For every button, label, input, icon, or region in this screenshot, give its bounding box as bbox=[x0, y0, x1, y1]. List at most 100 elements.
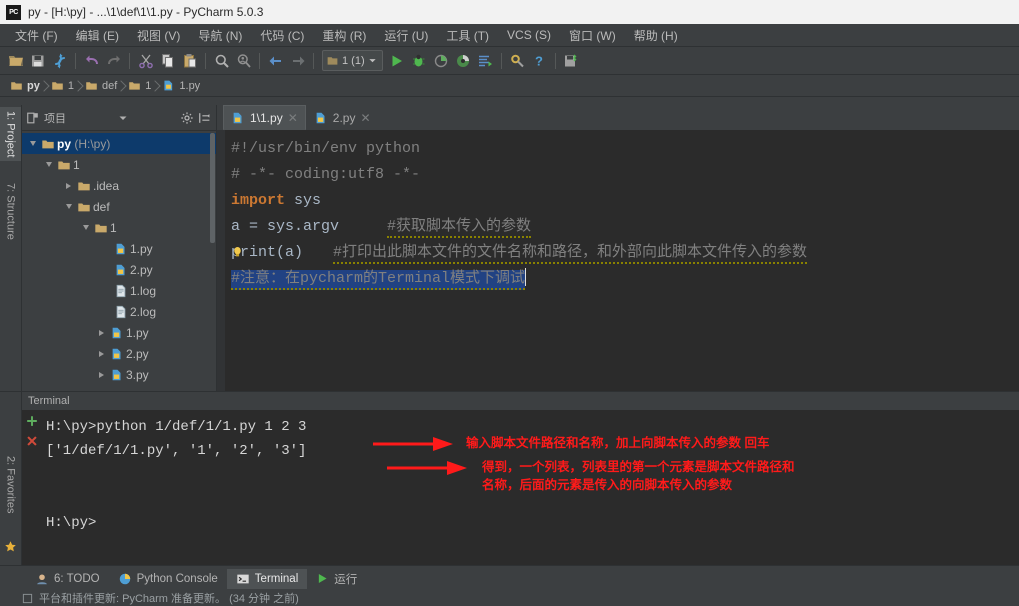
tree-node-3py-outer[interactable]: 3.py bbox=[22, 364, 216, 385]
tree-node-label: 1.log bbox=[130, 283, 157, 298]
new-session-icon[interactable] bbox=[25, 414, 39, 428]
editor-tab-2[interactable]: 2.py ✕ bbox=[305, 105, 379, 130]
menu-run[interactable]: 运行 (U) bbox=[375, 25, 437, 46]
tree-node-def[interactable]: def bbox=[22, 196, 216, 217]
editor-gutter bbox=[217, 130, 225, 391]
toolbar-separator bbox=[500, 52, 502, 69]
debug-icon[interactable] bbox=[409, 50, 430, 71]
menu-tools[interactable]: 工具 (T) bbox=[437, 25, 498, 46]
sync-icon[interactable] bbox=[49, 50, 70, 71]
copy-icon[interactable] bbox=[157, 50, 178, 71]
close-icon[interactable]: ✕ bbox=[360, 111, 370, 125]
menu-help[interactable]: 帮助 (H) bbox=[625, 25, 687, 46]
expand-arrow-icon[interactable] bbox=[95, 329, 108, 336]
menu-window[interactable]: 窗口 (W) bbox=[560, 25, 625, 46]
project-tree[interactable]: py (H:\py) 1 .idea def 1 1.py 2.py 1.log… bbox=[22, 131, 216, 391]
tree-scrollbar[interactable] bbox=[210, 133, 215, 243]
run-configuration-selector[interactable]: 1 (1) bbox=[322, 50, 383, 71]
menu-navigate[interactable]: 导航 (N) bbox=[189, 25, 251, 46]
save-all-icon[interactable] bbox=[27, 50, 48, 71]
menu-refactor[interactable]: 重构 (R) bbox=[313, 25, 375, 46]
menu-code[interactable]: 代码 (C) bbox=[251, 25, 313, 46]
expand-arrow-icon[interactable] bbox=[95, 350, 108, 357]
status-tab-todo[interactable]: 6: TODO bbox=[26, 569, 109, 589]
expand-arrow-icon[interactable] bbox=[95, 371, 108, 378]
tree-node-1[interactable]: 1 bbox=[22, 154, 216, 175]
tree-node-1-inner[interactable]: 1 bbox=[22, 217, 216, 238]
breadcrumb-item-py[interactable]: py bbox=[6, 79, 47, 92]
close-session-icon[interactable] bbox=[25, 434, 39, 448]
tree-node-file-1py[interactable]: 1.py bbox=[22, 238, 216, 259]
python-file-icon bbox=[112, 263, 129, 277]
paste-icon[interactable] bbox=[179, 50, 200, 71]
menu-edit[interactable]: 编辑 (E) bbox=[67, 25, 128, 46]
expand-arrow-icon[interactable] bbox=[62, 204, 75, 209]
toolbar-separator bbox=[205, 52, 206, 69]
terminal-panel: 2: Favorites Terminal H:\py>python 1/def… bbox=[0, 391, 1019, 566]
terminal-body[interactable]: H:\py>python 1/def/1/1.py 1 2 3 ['1/def/… bbox=[22, 410, 1019, 566]
coverage-icon[interactable] bbox=[431, 50, 452, 71]
find-icon[interactable] bbox=[211, 50, 232, 71]
python-file-icon bbox=[112, 242, 129, 256]
tree-node-file-1log[interactable]: 1.log bbox=[22, 280, 216, 301]
collapse-all-icon[interactable] bbox=[198, 111, 212, 125]
tool-tab-structure[interactable]: 7: Structure bbox=[0, 179, 21, 244]
breadcrumb-item-def[interactable]: def bbox=[81, 79, 124, 92]
intention-bulb-icon[interactable] bbox=[231, 242, 244, 257]
cut-icon[interactable] bbox=[135, 50, 156, 71]
breadcrumb-item-file[interactable]: 1.py bbox=[158, 79, 207, 92]
back-icon[interactable] bbox=[265, 50, 286, 71]
open-folder-icon[interactable] bbox=[5, 50, 26, 71]
terminal-side-buttons bbox=[22, 410, 42, 566]
menu-file[interactable]: 文件 (F) bbox=[6, 25, 67, 46]
tree-node-label: .idea bbox=[93, 178, 120, 193]
expand-arrow-icon[interactable] bbox=[62, 182, 75, 189]
tree-node-idea[interactable]: .idea bbox=[22, 175, 216, 196]
status-tab-terminal[interactable]: Terminal bbox=[226, 568, 308, 589]
tree-node-label: 3.py bbox=[126, 367, 149, 382]
menu-bar: 文件 (F) 编辑 (E) 视图 (V) 导航 (N) 代码 (C) 重构 (R… bbox=[0, 24, 1019, 47]
python-file-icon bbox=[233, 112, 242, 123]
tree-node-label: 2.py bbox=[126, 346, 149, 361]
profile-icon[interactable] bbox=[453, 50, 474, 71]
favorites-star-icon[interactable] bbox=[4, 540, 17, 556]
help-icon[interactable]: ? bbox=[529, 50, 550, 71]
menu-view[interactable]: 视图 (V) bbox=[128, 25, 189, 46]
code-editor[interactable]: #!/usr/bin/env python # -*- coding:utf8 … bbox=[217, 130, 1019, 391]
annotation-result-line1: 得到，一个列表，列表里的第一个元素是脚本文件路径和 bbox=[482, 460, 795, 474]
tree-node-file-2log[interactable]: 2.log bbox=[22, 301, 216, 322]
tree-node-2py-outer[interactable]: 2.py bbox=[22, 343, 216, 364]
update-icon[interactable] bbox=[561, 50, 582, 71]
expand-arrow-icon[interactable] bbox=[26, 141, 39, 146]
breadcrumb-item-1a[interactable]: 1 bbox=[47, 79, 81, 92]
terminal-console[interactable]: H:\py>python 1/def/1/1.py 1 2 3 ['1/def/… bbox=[42, 410, 1019, 566]
tree-node-label: 1.py bbox=[126, 325, 149, 340]
redo-icon[interactable] bbox=[103, 50, 124, 71]
tree-node-py[interactable]: py (H:\py) bbox=[22, 133, 216, 154]
gear-icon[interactable] bbox=[180, 111, 194, 125]
tree-node-1py-outer[interactable]: 1.py bbox=[22, 322, 216, 343]
close-icon[interactable]: ✕ bbox=[288, 111, 298, 125]
settings-icon[interactable] bbox=[507, 50, 528, 71]
code-line-3: import sys bbox=[231, 188, 1019, 214]
tree-node-file-2py[interactable]: 2.py bbox=[22, 259, 216, 280]
tool-tab-project[interactable]: 1: Project bbox=[0, 107, 21, 162]
status-tab-run[interactable]: 运行 bbox=[307, 568, 366, 590]
expand-arrow-icon[interactable] bbox=[79, 225, 92, 230]
menu-vcs[interactable]: VCS (S) bbox=[498, 26, 560, 44]
forward-icon[interactable] bbox=[287, 50, 308, 71]
find-usages-icon[interactable] bbox=[233, 50, 254, 71]
editor-tab-label: 1\1.py bbox=[250, 110, 283, 125]
status-tab-python-console[interactable]: Python Console bbox=[109, 569, 227, 589]
breadcrumb-item-1b[interactable]: 1 bbox=[124, 79, 158, 92]
editor-tab-1[interactable]: 1\1.py ✕ bbox=[223, 105, 306, 130]
red-arrow-icon bbox=[373, 437, 453, 451]
expand-arrow-icon[interactable] bbox=[42, 162, 55, 167]
undo-icon[interactable] bbox=[81, 50, 102, 71]
run-icon[interactable] bbox=[387, 50, 408, 71]
run-with-console-icon[interactable] bbox=[475, 50, 496, 71]
tool-tab-favorites[interactable]: 2: Favorites bbox=[0, 452, 21, 517]
project-panel: 项目 py (H:\py) 1 .idea def 1 1.py 2.py 1.… bbox=[22, 105, 217, 391]
chevron-down-icon[interactable] bbox=[118, 113, 128, 123]
code-comment: #打印出此脚本文件的文件名称和路径，和外部向此脚本文件传入的参数 bbox=[333, 244, 808, 264]
